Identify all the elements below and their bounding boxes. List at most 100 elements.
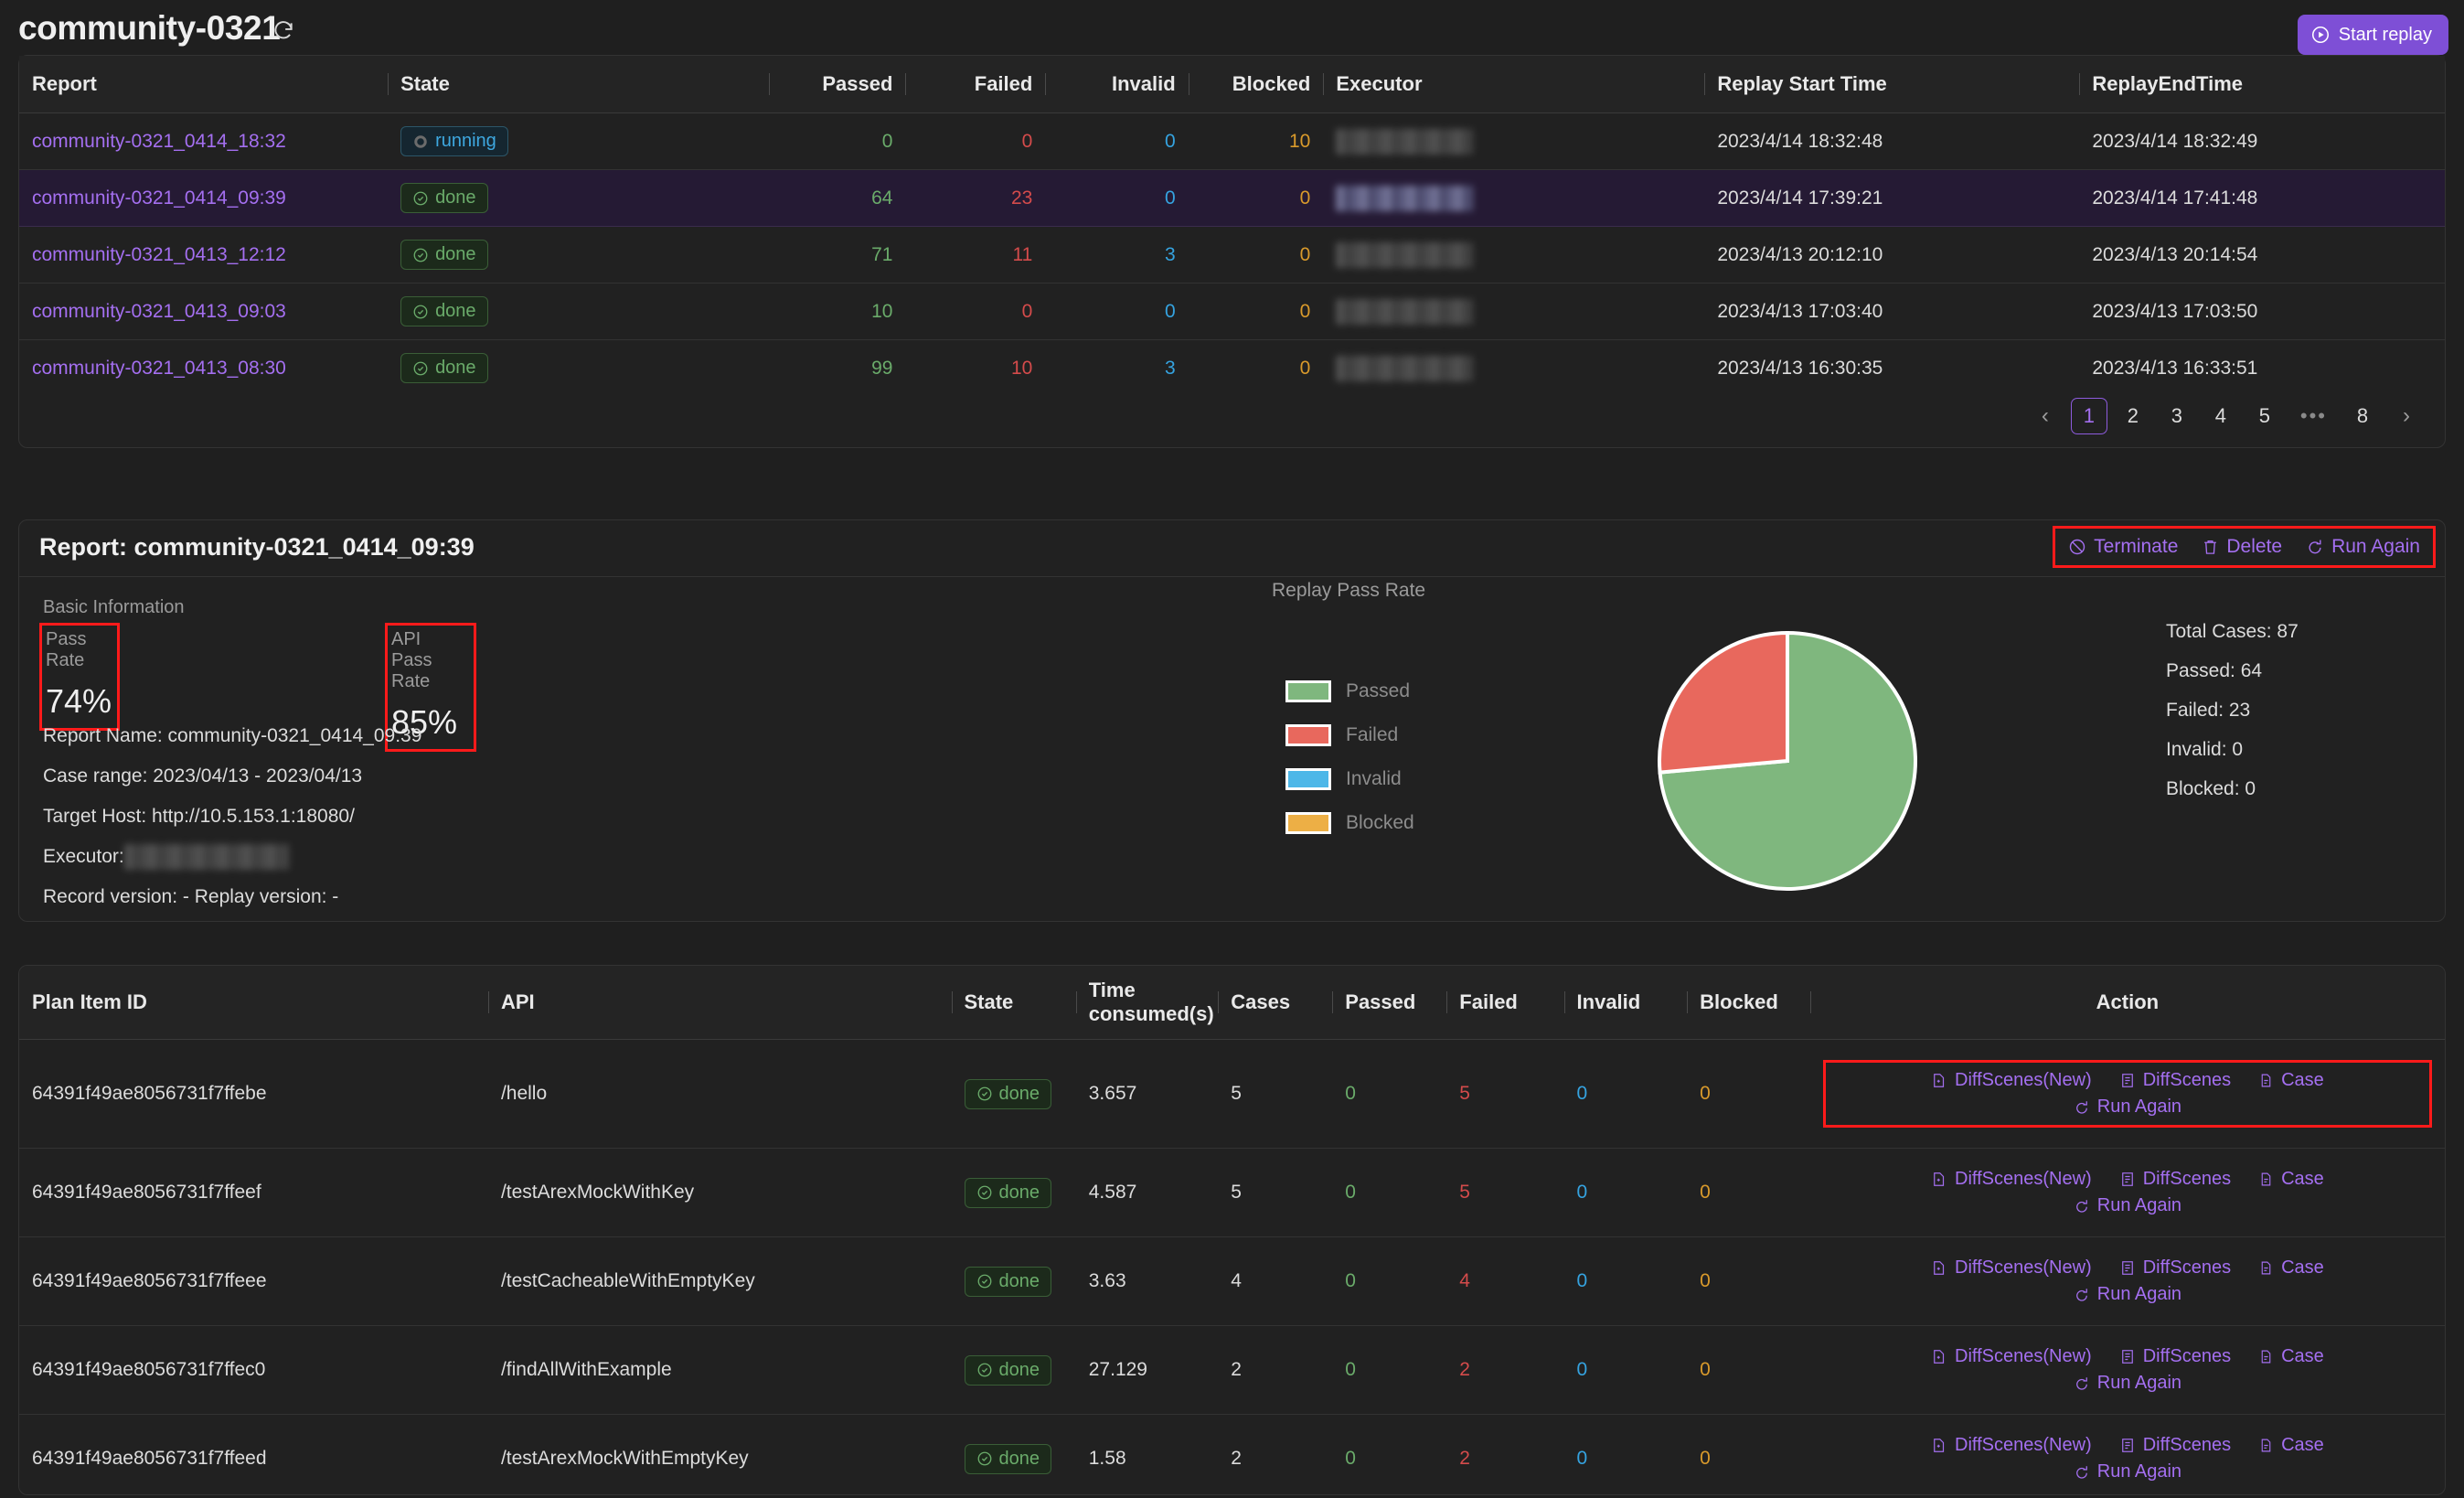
- pagination-page-1[interactable]: 1: [2070, 398, 2107, 434]
- row-run-again-link[interactable]: Run Again: [2074, 1373, 2181, 1394]
- diff-scenes-link[interactable]: DiffScenes: [2119, 1070, 2231, 1091]
- action-group: DiffScenes(New) DiffScenes Case Run Again: [1823, 1435, 2432, 1482]
- col-replay-end-time[interactable]: ReplayEndTime: [2079, 56, 2445, 113]
- diff-scenes-link[interactable]: DiffScenes: [2119, 1169, 2231, 1190]
- col-item-invalid[interactable]: Invalid: [1563, 966, 1688, 1040]
- diff-scenes-icon: [2119, 1437, 2136, 1454]
- state-cell: done: [388, 226, 770, 284]
- basic-information-label: Basic Information: [43, 597, 185, 617]
- status-badge: done: [964, 1354, 1051, 1386]
- row-run-again-link[interactable]: Run Again: [2074, 1284, 2181, 1305]
- report-name-cell[interactable]: community-0321_0414_09:39: [19, 169, 389, 227]
- item-invalid-cell: 0: [1563, 1039, 1688, 1149]
- diff-scenes-new-label: DiffScenes(New): [1955, 1435, 2092, 1455]
- col-item-failed[interactable]: Failed: [1446, 966, 1564, 1040]
- diff-scenes-new-link[interactable]: DiffScenes(New): [1931, 1435, 2092, 1456]
- api-cell: /testArexMockWithKey: [487, 1148, 952, 1237]
- pagination-next[interactable]: ›: [2388, 398, 2425, 434]
- pagination-page-2[interactable]: 2: [2115, 398, 2151, 434]
- action-group: DiffScenes(New) DiffScenes Case Run Again: [1823, 1257, 2432, 1305]
- delete-button[interactable]: Delete: [2202, 536, 2282, 558]
- col-item-state[interactable]: State: [951, 966, 1076, 1040]
- report-link[interactable]: community-0321_0413_09:03: [32, 301, 286, 322]
- report-link[interactable]: community-0321_0413_12:12: [32, 244, 286, 265]
- report-link[interactable]: community-0321_0413_08:30: [32, 358, 286, 379]
- terminate-button[interactable]: Terminate: [2068, 536, 2178, 558]
- case-link[interactable]: Case: [2258, 1435, 2324, 1456]
- diff-scenes-link[interactable]: DiffScenes: [2119, 1435, 2231, 1456]
- diff-scenes-new-link[interactable]: DiffScenes(New): [1931, 1346, 2092, 1367]
- col-plan-item-id[interactable]: Plan Item ID: [19, 966, 488, 1040]
- case-link[interactable]: Case: [2258, 1346, 2324, 1367]
- plan-item-id-cell: 64391f49ae8056731f7ffeee: [19, 1236, 488, 1326]
- pagination-prev[interactable]: ‹: [2027, 398, 2064, 434]
- table-row[interactable]: 64391f49ae8056731f7ffeef/testArexMockWit…: [19, 1148, 2445, 1237]
- col-state[interactable]: State: [388, 56, 770, 113]
- action-cell: DiffScenes(New) DiffScenes Case Run Again: [1810, 1415, 2445, 1495]
- case-link[interactable]: Case: [2258, 1257, 2324, 1279]
- table-row[interactable]: community-0321_0413_09:03 done 10 0 0 0 2023/4…: [19, 283, 2445, 340]
- case-link[interactable]: Case: [2258, 1169, 2324, 1190]
- item-invalid-cell: 0: [1563, 1236, 1688, 1326]
- app-root: community-0321 Start replay Report State…: [0, 0, 2464, 1498]
- col-blocked[interactable]: Blocked: [1188, 56, 1324, 113]
- table-row[interactable]: 64391f49ae8056731f7ffebe/hello done 3.657 5…: [19, 1039, 2445, 1149]
- report-name-cell[interactable]: community-0321_0414_18:32: [19, 112, 389, 170]
- report-name-cell[interactable]: community-0321_0413_12:12: [19, 226, 389, 284]
- start-replay-button[interactable]: Start replay: [2297, 15, 2448, 55]
- col-item-blocked[interactable]: Blocked: [1687, 966, 1810, 1040]
- action-cell: DiffScenes(New) DiffScenes Case Run Again: [1809, 1325, 2445, 1415]
- run-again-button[interactable]: Run Again: [2306, 536, 2420, 558]
- replay-end-time-cell: 2023/4/13 20:14:54: [2079, 226, 2445, 284]
- report-name-cell[interactable]: community-0321_0413_09:03: [19, 283, 389, 340]
- col-item-passed[interactable]: Passed: [1332, 966, 1447, 1040]
- col-failed[interactable]: Failed: [905, 56, 1046, 113]
- refresh-icon[interactable]: [272, 18, 295, 42]
- blocked-cell: 10: [1188, 112, 1324, 170]
- case-label: Case: [2281, 1169, 2324, 1189]
- status-badge-label: done: [998, 1083, 1040, 1104]
- diff-scenes-new-link[interactable]: DiffScenes(New): [1931, 1070, 2092, 1091]
- rerun-icon: [2074, 1198, 2090, 1214]
- col-passed[interactable]: Passed: [769, 56, 906, 113]
- diff-scenes-new-link[interactable]: DiffScenes(New): [1931, 1257, 2092, 1279]
- pagination-ellipsis[interactable]: •••: [2290, 398, 2337, 434]
- executor-redacted-value: [1336, 355, 1474, 381]
- executor-line: Executor:: [43, 837, 421, 877]
- case-link[interactable]: Case: [2258, 1070, 2324, 1091]
- executor-line-label: Executor:: [43, 846, 124, 867]
- table-row[interactable]: 64391f49ae8056731f7ffec0/findAllWithExam…: [19, 1325, 2445, 1415]
- row-run-again-link[interactable]: Run Again: [2074, 1461, 2181, 1482]
- table-row[interactable]: community-0321_0414_18:32 running 0 0 0 10 202…: [19, 112, 2445, 170]
- diff-scenes-link[interactable]: DiffScenes: [2119, 1257, 2231, 1279]
- pagination-page-5[interactable]: 5: [2246, 398, 2283, 434]
- row-run-again-link[interactable]: Run Again: [2074, 1195, 2181, 1216]
- executor-redacted-value: [123, 844, 289, 871]
- col-executor[interactable]: Executor: [1323, 56, 1705, 113]
- table-row[interactable]: 64391f49ae8056731f7ffeee/testCacheableWi…: [19, 1236, 2445, 1326]
- time-consumed-cell: 1.58: [1088, 1448, 1126, 1469]
- status-badge: done: [400, 240, 488, 270]
- diff-scenes-link[interactable]: DiffScenes: [2119, 1346, 2231, 1367]
- diff-scenes-new-link[interactable]: DiffScenes(New): [1931, 1169, 2092, 1190]
- pagination-page-last[interactable]: 8: [2344, 398, 2381, 434]
- table-row[interactable]: community-0321_0413_12:12 done 71 11 3 0 2023/…: [19, 226, 2445, 284]
- table-row[interactable]: community-0321_0414_09:39 done 64 23 0 0 2023/…: [19, 169, 2445, 227]
- col-replay-start-time[interactable]: Replay Start Time: [1704, 56, 2080, 113]
- table-row[interactable]: community-0321_0413_08:30 done 99 10 3 0 2023/…: [19, 340, 2445, 397]
- status-badge-label: running: [435, 131, 496, 151]
- col-time-consumed[interactable]: Time consumed(s): [1075, 966, 1219, 1040]
- report-link[interactable]: community-0321_0414_09:39: [32, 187, 286, 209]
- pagination-page-3[interactable]: 3: [2159, 398, 2195, 434]
- report-name-cell[interactable]: community-0321_0413_08:30: [19, 340, 388, 397]
- item-passed-cell: 0: [1332, 1039, 1447, 1149]
- row-run-again-link[interactable]: Run Again: [2074, 1097, 2181, 1118]
- col-invalid[interactable]: Invalid: [1045, 56, 1189, 113]
- table-row[interactable]: 64391f49ae8056731f7ffeed/testArexMockWit…: [19, 1415, 2445, 1495]
- report-link[interactable]: community-0321_0414_18:32: [32, 131, 286, 152]
- col-report[interactable]: Report: [19, 56, 389, 113]
- item-state-cell: done: [951, 1236, 1076, 1326]
- col-api[interactable]: API: [487, 966, 952, 1040]
- col-cases[interactable]: Cases: [1218, 966, 1333, 1040]
- pagination-page-4[interactable]: 4: [2203, 398, 2239, 434]
